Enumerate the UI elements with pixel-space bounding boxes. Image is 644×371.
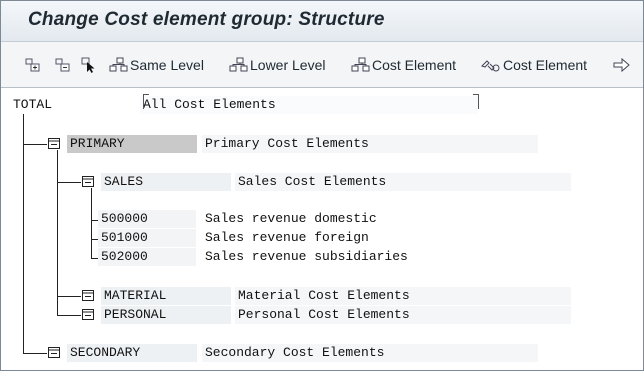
root-node-key[interactable]: TOTAL	[10, 96, 130, 114]
transfer-arrow-icon	[613, 57, 630, 73]
expand-subtree-icon	[25, 58, 40, 72]
personal-node-description[interactable]: Personal Cost Elements	[235, 306, 571, 324]
folder-open-icon[interactable]	[82, 309, 94, 320]
lower-level-button[interactable]: Lower Level	[229, 55, 326, 75]
tree-line	[57, 182, 81, 183]
select-pointer-icon	[81, 57, 95, 73]
cost-element-reassign-label: Cost Element	[503, 57, 588, 73]
tree-line	[23, 353, 47, 354]
collapse-subtree-button[interactable]	[55, 55, 71, 75]
personal-node-key[interactable]: PERSONAL	[101, 306, 231, 324]
field-bracket-right	[473, 94, 479, 109]
material-node-key[interactable]: MATERIAL	[101, 287, 231, 305]
tree-line	[91, 188, 92, 258]
cost-element-reassign-button[interactable]: Cost Element	[480, 55, 587, 75]
folder-open-icon[interactable]	[48, 138, 60, 149]
tree-line	[57, 296, 81, 297]
sales-node-description[interactable]: Sales Cost Elements	[235, 173, 571, 191]
select-button[interactable]	[81, 55, 97, 75]
structure-tree: TOTAL All Cost Elements PRIMARY Primary …	[1, 88, 643, 370]
secondary-node-key[interactable]: SECONDARY	[67, 344, 197, 362]
cost-element-label: Cost Element	[372, 57, 457, 73]
cost-element-description[interactable]: Sales revenue subsidiaries	[202, 248, 502, 266]
primary-node-description[interactable]: Primary Cost Elements	[202, 135, 538, 153]
tree-line	[23, 114, 24, 353]
same-level-button[interactable]: Same Level	[109, 55, 204, 75]
expand-subtree-button[interactable]	[25, 55, 41, 75]
hierarchy-cost-element-icon	[351, 57, 370, 72]
cost-element-key[interactable]: 500000	[98, 210, 196, 228]
folder-open-icon[interactable]	[82, 290, 94, 301]
same-level-label: Same Level	[130, 57, 204, 73]
cost-element-description[interactable]: Sales revenue domestic	[202, 210, 502, 228]
primary-node-key[interactable]: PRIMARY	[67, 135, 197, 153]
cost-element-description[interactable]: Sales revenue foreign	[202, 229, 502, 247]
secondary-node-description[interactable]: Secondary Cost Elements	[202, 344, 538, 362]
title-bar: Change Cost element group: Structure	[1, 1, 643, 42]
field-bracket-left	[143, 94, 149, 109]
root-node-description[interactable]: All Cost Elements	[140, 96, 478, 114]
cost-element-key[interactable]: 501000	[98, 229, 196, 247]
reassign-link-icon	[481, 60, 500, 72]
application-toolbar: Same Level Lower Level Cost Element Cost…	[1, 42, 643, 88]
window: Change Cost element group: Structure Sam…	[0, 0, 644, 371]
cost-element-button[interactable]: Cost Element	[351, 55, 456, 75]
lower-level-label: Lower Level	[250, 57, 326, 73]
sales-node-key[interactable]: SALES	[101, 173, 231, 191]
tree-line	[57, 150, 58, 316]
cost-element-key[interactable]: 502000	[98, 248, 196, 266]
material-node-description[interactable]: Material Cost Elements	[235, 287, 571, 305]
page-title: Change Cost element group: Structure	[28, 9, 385, 30]
transfer-button[interactable]	[613, 55, 631, 75]
hierarchy-same-level-icon	[109, 57, 128, 72]
collapse-subtree-icon	[55, 58, 70, 72]
folder-open-icon[interactable]	[82, 176, 94, 187]
hierarchy-lower-level-icon	[229, 57, 248, 72]
tree-line	[57, 315, 81, 316]
tree-line	[23, 144, 47, 145]
folder-open-icon[interactable]	[48, 347, 60, 358]
